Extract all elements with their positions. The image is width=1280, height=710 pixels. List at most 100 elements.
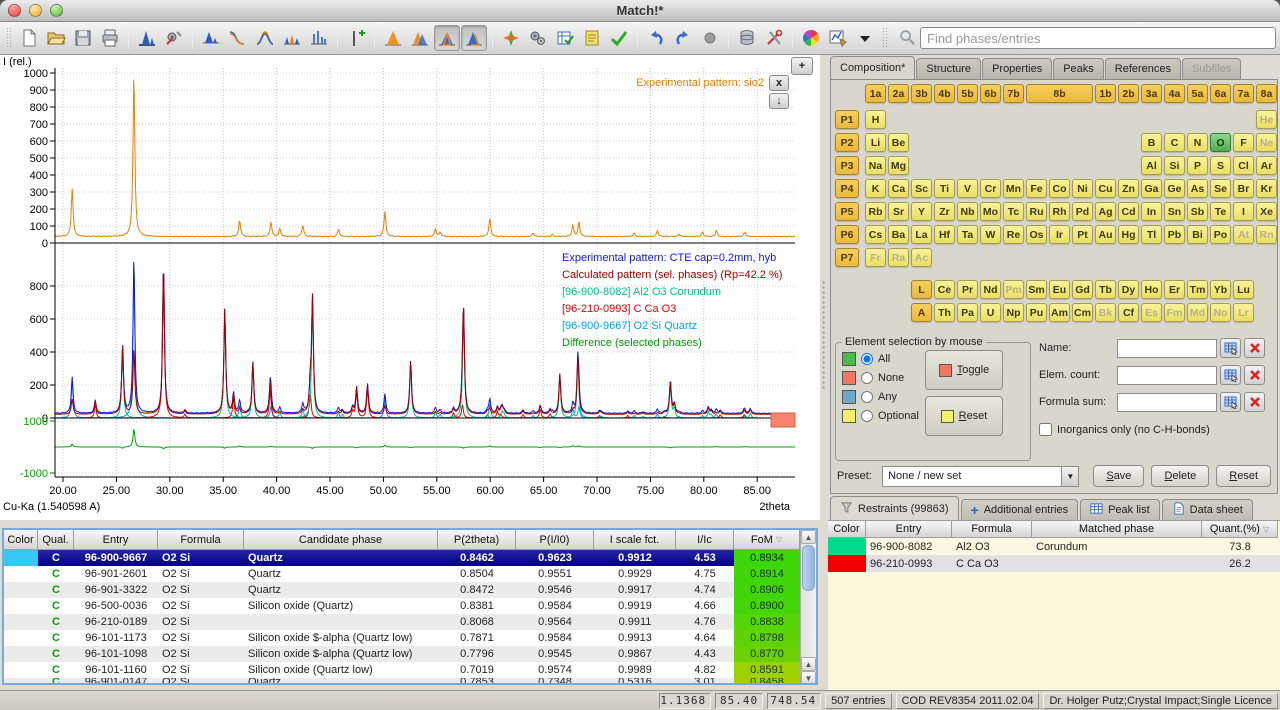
group-header-2a[interactable]: 2a bbox=[888, 84, 909, 103]
report-list-icon[interactable] bbox=[579, 25, 605, 51]
element-p[interactable]: P bbox=[1187, 156, 1208, 175]
element-ba[interactable]: Ba bbox=[888, 225, 909, 244]
group-header-5b[interactable]: 5b bbox=[957, 84, 978, 103]
formula-sum-picker-button[interactable] bbox=[1220, 392, 1241, 412]
element-tc[interactable]: Tc bbox=[1003, 202, 1024, 221]
element-ne[interactable]: Ne bbox=[1256, 133, 1277, 152]
delete-preset-button[interactable]: Delete bbox=[1151, 465, 1209, 487]
candidate-row[interactable]: C96-901-0147O2 SiQuartz0.78530.73480.531… bbox=[4, 678, 800, 683]
element-in[interactable]: In bbox=[1141, 202, 1162, 221]
column-header-color[interactable]: Color bbox=[4, 530, 38, 550]
element-y[interactable]: Y bbox=[911, 202, 932, 221]
element-nb[interactable]: Nb bbox=[957, 202, 978, 221]
element-te[interactable]: Te bbox=[1210, 202, 1231, 221]
tab-references[interactable]: References bbox=[1105, 58, 1181, 79]
element-hf[interactable]: Hf bbox=[934, 225, 955, 244]
element-hg[interactable]: Hg bbox=[1118, 225, 1139, 244]
element-ge[interactable]: Ge bbox=[1164, 179, 1185, 198]
element-os[interactable]: Os bbox=[1026, 225, 1047, 244]
group-header-8b[interactable]: 8b bbox=[1026, 84, 1093, 103]
element-er[interactable]: Er bbox=[1164, 280, 1185, 299]
scroll-up-button-2[interactable]: ▲ bbox=[801, 657, 816, 671]
open-file-icon[interactable] bbox=[43, 25, 69, 51]
element-ti[interactable]: Ti bbox=[934, 179, 955, 198]
element-pm[interactable]: Pm bbox=[1003, 280, 1024, 299]
mode-radio-any[interactable] bbox=[861, 391, 873, 403]
entry-check-icon[interactable] bbox=[552, 25, 578, 51]
candidate-row[interactable]: C96-101-1173O2 SiSilicon oxide $-alpha (… bbox=[4, 630, 800, 646]
candidate-list[interactable]: ColorQual.EntryFormulaCandidate phaseP(2… bbox=[2, 528, 818, 685]
formula-sum-input[interactable] bbox=[1117, 393, 1217, 412]
profile-fit-icon[interactable] bbox=[252, 25, 278, 51]
element-nd[interactable]: Nd bbox=[980, 280, 1001, 299]
titlebar[interactable]: Match!* bbox=[0, 0, 1280, 22]
candidate-row[interactable]: C96-900-9667O2 SiQuartz0.84620.96230.991… bbox=[4, 550, 800, 566]
group-header-1a[interactable]: 1a bbox=[865, 84, 886, 103]
move-pattern-down-button[interactable]: ↓ bbox=[769, 93, 789, 109]
vertical-splitter[interactable] bbox=[820, 55, 828, 690]
element-zn[interactable]: Zn bbox=[1118, 179, 1139, 198]
element-ca[interactable]: Ca bbox=[888, 179, 909, 198]
element-v[interactable]: V bbox=[957, 179, 978, 198]
element-rn[interactable]: Rn bbox=[1256, 225, 1277, 244]
element-np[interactable]: Np bbox=[1003, 303, 1024, 322]
element-rb[interactable]: Rb bbox=[865, 202, 886, 221]
tab-restraints[interactable]: Restraints (99863) bbox=[830, 496, 959, 520]
matched-row[interactable]: 96-210-0993C Ca O326.2 bbox=[828, 555, 1280, 572]
formula-sum-clear-button[interactable] bbox=[1244, 392, 1265, 412]
element-fm[interactable]: Fm bbox=[1164, 303, 1185, 322]
inorganics-checkbox[interactable] bbox=[1039, 423, 1052, 436]
search-input[interactable] bbox=[920, 27, 1276, 49]
element-o[interactable]: O bbox=[1210, 133, 1231, 152]
element-lr[interactable]: Lr bbox=[1233, 303, 1254, 322]
element-lu[interactable]: Lu bbox=[1233, 280, 1254, 299]
column-header-i-ic[interactable]: I/Ic bbox=[676, 530, 734, 550]
element-li[interactable]: Li bbox=[865, 133, 886, 152]
elem-count-input[interactable] bbox=[1117, 366, 1217, 385]
reset-selection-button[interactable]: Reset bbox=[925, 396, 1003, 436]
element-sr[interactable]: Sr bbox=[888, 202, 909, 221]
add-pattern-button[interactable]: + bbox=[791, 57, 813, 75]
element-cd[interactable]: Cd bbox=[1118, 202, 1139, 221]
element-h[interactable]: H bbox=[865, 110, 886, 129]
reset-preset-button[interactable]: Reset bbox=[1216, 465, 1271, 487]
element-ga[interactable]: Ga bbox=[1141, 179, 1162, 198]
element-zr[interactable]: Zr bbox=[934, 202, 955, 221]
refine-wizard-icon[interactable] bbox=[161, 25, 187, 51]
group-header-2b[interactable]: 2b bbox=[1118, 84, 1139, 103]
horizontal-splitter[interactable] bbox=[0, 520, 820, 528]
group-header-7a[interactable]: 7a bbox=[1233, 84, 1254, 103]
element-bk[interactable]: Bk bbox=[1095, 303, 1116, 322]
mode-radio-optional[interactable] bbox=[861, 410, 873, 422]
element-ru[interactable]: Ru bbox=[1026, 202, 1047, 221]
redo-icon[interactable] bbox=[670, 25, 696, 51]
toolbar-grip[interactable] bbox=[6, 27, 12, 49]
element-cm[interactable]: Cm bbox=[1072, 303, 1093, 322]
preset-combobox[interactable]: None / new set ▼ bbox=[882, 466, 1079, 487]
element-cu[interactable]: Cu bbox=[1095, 179, 1116, 198]
element-f[interactable]: F bbox=[1233, 133, 1254, 152]
smooth-data-icon[interactable] bbox=[225, 25, 251, 51]
record-icon[interactable] bbox=[697, 25, 723, 51]
toolbar-grip-2[interactable] bbox=[882, 27, 888, 49]
element-si[interactable]: Si bbox=[1164, 156, 1185, 175]
element-la[interactable]: La bbox=[911, 225, 932, 244]
mode-all[interactable]: All bbox=[842, 352, 919, 366]
tab-peaks[interactable]: Peaks bbox=[1053, 58, 1104, 79]
element-al[interactable]: Al bbox=[1141, 156, 1162, 175]
accept-icon[interactable] bbox=[606, 25, 632, 51]
element-ar[interactable]: Ar bbox=[1256, 156, 1277, 175]
tab-structure[interactable]: Structure bbox=[916, 58, 981, 79]
scroll-down-button[interactable]: ▼ bbox=[801, 671, 816, 683]
element-ni[interactable]: Ni bbox=[1072, 179, 1093, 198]
column-header-matched-phase[interactable]: Matched phase bbox=[1032, 521, 1202, 538]
element-md[interactable]: Md bbox=[1187, 303, 1208, 322]
element-at[interactable]: At bbox=[1233, 225, 1254, 244]
menu-arrow-icon[interactable] bbox=[852, 25, 878, 51]
tab-peak-list[interactable]: Peak list bbox=[1080, 499, 1160, 520]
element-he[interactable]: He bbox=[1256, 110, 1277, 129]
stick-pattern-icon[interactable] bbox=[306, 25, 332, 51]
column-header-qual[interactable]: Qual. bbox=[38, 530, 74, 550]
element-ag[interactable]: Ag bbox=[1095, 202, 1116, 221]
tab-additional-entries[interactable]: +Additional entries bbox=[961, 499, 1079, 520]
